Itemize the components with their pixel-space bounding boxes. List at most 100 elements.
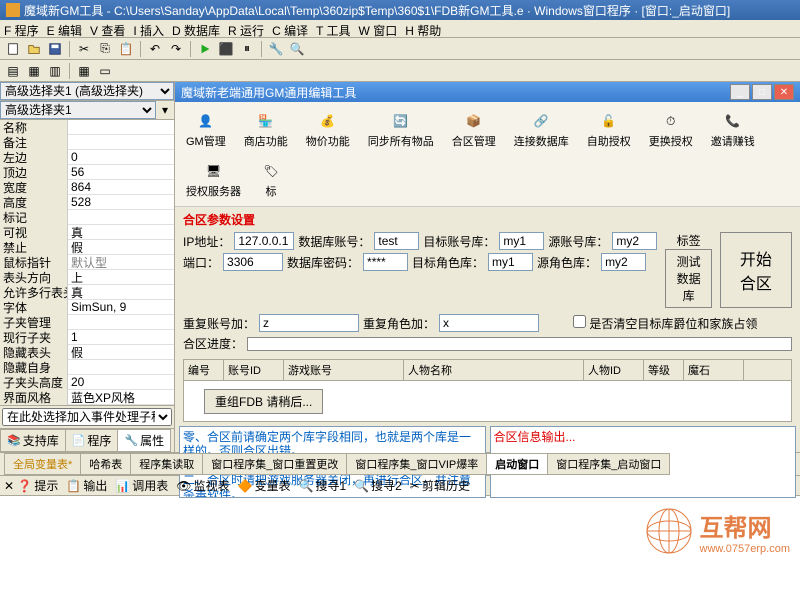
object-selector[interactable]: 高级选择夹1 (高级选择夹)	[0, 82, 174, 100]
btab-5[interactable]: 启动窗口	[486, 453, 548, 475]
menu-program[interactable]: F 程序	[4, 22, 39, 35]
undo-icon[interactable]: ↶	[146, 40, 164, 58]
toolbar-btn-2[interactable]: 💰物价功能	[299, 106, 357, 152]
btab-3[interactable]: 窗口程序集_窗口重置更改	[202, 453, 347, 475]
menu-window[interactable]: W 窗口	[359, 22, 398, 35]
toolbar-btn-4[interactable]: 📦合区管理	[445, 106, 503, 152]
duprole-label: 重复角色加：	[363, 315, 435, 332]
col-6[interactable]: 魔石	[684, 360, 744, 380]
srcacc-label: 源账号库：	[548, 233, 608, 250]
debug-hint[interactable]: ✕ ❓提示	[4, 477, 58, 494]
align-center-icon[interactable]: ▦	[25, 62, 43, 80]
minimize-icon[interactable]: _	[730, 84, 750, 100]
open-icon[interactable]	[25, 40, 43, 58]
redo-icon[interactable]: ↷	[167, 40, 185, 58]
port-input[interactable]	[223, 253, 283, 271]
toolbar-btn-8[interactable]: 📞邀请赚钱	[704, 106, 762, 152]
close-icon[interactable]: ✕	[774, 84, 794, 100]
dbacc-label: 数据库账号：	[298, 233, 370, 250]
clear-label: 是否清空目标库爵位和家族占领	[589, 317, 757, 331]
toolbar-btn-0[interactable]: 👤GM管理	[179, 106, 233, 152]
toolbar-btn-7[interactable]: ⏱更换授权	[642, 106, 700, 152]
toolbar-btn-10[interactable]: 🏷标	[252, 156, 290, 202]
menu-edit[interactable]: E 编辑	[47, 22, 82, 35]
tab-program[interactable]: 📄程序	[65, 429, 119, 452]
debug-vars[interactable]: 🔶变量表	[238, 477, 291, 494]
inner-title-text: 魔域新老端通用GM通用编辑工具	[181, 84, 356, 101]
debug-output[interactable]: 📋输出	[66, 477, 107, 494]
menu-compile[interactable]: C 编译	[272, 22, 308, 35]
col-4[interactable]: 人物ID	[584, 360, 644, 380]
design-window: 魔域新老端通用GM通用编辑工具 _ □ ✕ 👤GM管理🏪商店功能💰物价功能🔄同步…	[175, 82, 800, 452]
new-icon[interactable]	[4, 40, 22, 58]
menu-database[interactable]: D 数据库	[172, 22, 220, 35]
col-1[interactable]: 账号ID	[224, 360, 284, 380]
col-3[interactable]: 人物名称	[404, 360, 584, 380]
srcrole-input[interactable]	[601, 253, 646, 271]
menu-insert[interactable]: I 插入	[133, 22, 164, 35]
output-area	[0, 495, 800, 610]
col-0[interactable]: 编号	[184, 360, 224, 380]
layout-icon[interactable]: ▭	[96, 62, 114, 80]
btab-4[interactable]: 窗口程序集_窗口VIP爆率	[346, 453, 487, 475]
result-grid[interactable]: 编号账号ID游戏账号人物名称人物ID等级魔石 重组FDB 请稍后...	[183, 359, 792, 422]
duprole-input[interactable]	[439, 314, 539, 332]
debug-calltable[interactable]: 📊调用表	[115, 477, 168, 494]
grid-icon[interactable]: ▦	[75, 62, 93, 80]
event-selector[interactable]: 在此处选择加入事件处理子程序	[2, 408, 172, 426]
maximize-icon[interactable]: □	[752, 84, 772, 100]
srcacc-input[interactable]	[612, 232, 657, 250]
debug-watch[interactable]: 👁监视表	[176, 477, 229, 494]
debug-find2[interactable]: 🔍搜寻2	[354, 477, 402, 494]
menu-run[interactable]: R 运行	[228, 22, 264, 35]
btab-2[interactable]: 程序集读取	[130, 453, 203, 475]
toolbar-btn-6[interactable]: 🔓自助授权	[580, 106, 638, 152]
dbacc-input[interactable]	[374, 232, 419, 250]
tool-icon[interactable]: 🔧	[267, 40, 285, 58]
toolbar-2: ▤ ▦ ▥ ▦ ▭	[0, 60, 800, 82]
debug-clip[interactable]: ✂剪辑历史	[410, 477, 470, 494]
clear-checkbox[interactable]	[573, 315, 586, 328]
stop-icon[interactable]: ⬛	[217, 40, 235, 58]
btab-1[interactable]: 哈希表	[80, 453, 131, 475]
align-left-icon[interactable]: ▤	[4, 62, 22, 80]
progress-label: 合区进度：	[183, 335, 243, 352]
dupacc-input[interactable]	[259, 314, 359, 332]
tgtacc-input[interactable]	[499, 232, 544, 250]
start-merge-button[interactable]: 开始合区	[720, 232, 792, 308]
toolbar-btn-3[interactable]: 🔄同步所有物品	[361, 106, 441, 152]
copy-icon[interactable]: ⎘	[96, 40, 114, 58]
menu-help[interactable]: H 帮助	[405, 22, 441, 35]
col-5[interactable]: 等级	[644, 360, 684, 380]
save-icon[interactable]	[46, 40, 64, 58]
btab-6[interactable]: 窗口程序集_启动窗口	[547, 453, 670, 475]
ip-label: IP地址：	[183, 233, 230, 250]
btab-0[interactable]: 全局变量表*	[4, 453, 81, 475]
dropdown-icon[interactable]: ▾	[156, 101, 174, 119]
col-2[interactable]: 游戏账号	[284, 360, 404, 380]
dbpwd-label: 数据库密码：	[287, 254, 359, 271]
sub-selector[interactable]: 高级选择夹1	[0, 101, 156, 119]
debug-find1[interactable]: 🔍搜寻1	[299, 477, 347, 494]
paste-icon[interactable]: 📋	[117, 40, 135, 58]
main-split: 高级选择夹1 (高级选择夹) 高级选择夹1 ▾ 名称备注左边0顶边56宽度864…	[0, 82, 800, 452]
dbpwd-input[interactable]	[363, 253, 408, 271]
tab-support[interactable]: 📚支持库	[0, 429, 66, 452]
align-right-icon[interactable]: ▥	[46, 62, 64, 80]
ip-input[interactable]	[234, 232, 294, 250]
run-icon[interactable]	[196, 40, 214, 58]
pause-icon[interactable]: ⏸	[238, 40, 256, 58]
tgtrole-input[interactable]	[488, 253, 533, 271]
toolbar-btn-5[interactable]: 🔗连接数据库	[507, 106, 576, 152]
inner-toolbar: 👤GM管理🏪商店功能💰物价功能🔄同步所有物品📦合区管理🔗连接数据库🔓自助授权⏱更…	[175, 102, 800, 207]
toolbar-btn-9[interactable]: 🖥授权服务器	[179, 156, 248, 202]
find-icon[interactable]: 🔍	[288, 40, 306, 58]
menu-tools[interactable]: T 工具	[316, 22, 350, 35]
test-db-button[interactable]: 测试数据库	[665, 249, 711, 308]
cut-icon[interactable]: ✂	[75, 40, 93, 58]
property-grid[interactable]: 名称备注左边0顶边56宽度864高度528标记可视真禁止假鼠标指针默认型表头方向…	[0, 120, 174, 405]
toolbar-btn-1[interactable]: 🏪商店功能	[237, 106, 295, 152]
menu-view[interactable]: V 查看	[90, 22, 125, 35]
tab-property[interactable]: 🔧属性	[117, 429, 171, 452]
main-menubar: F 程序 E 编辑 V 查看 I 插入 D 数据库 R 运行 C 编译 T 工具…	[0, 20, 800, 38]
